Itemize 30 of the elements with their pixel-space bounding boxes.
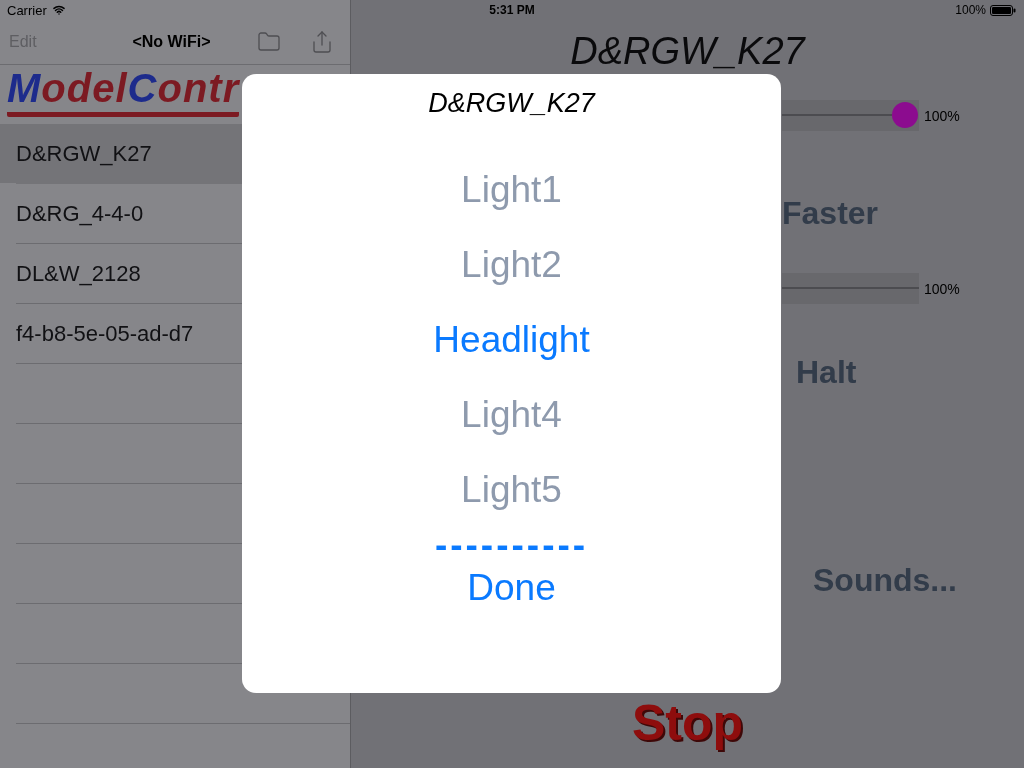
picker-option[interactable]: Light2: [461, 246, 562, 283]
slider-thumb[interactable]: [892, 102, 918, 128]
slider-value: 100%: [924, 281, 960, 296]
stop-button[interactable]: Stop: [631, 698, 744, 748]
battery-icon: [990, 4, 1016, 16]
folder-icon[interactable]: [257, 30, 281, 54]
list-item[interactable]: f4-b8-5e-05-ad-d7: [0, 304, 241, 363]
picker-option[interactable]: Light4: [461, 396, 562, 433]
picker-option[interactable]: Headlight: [433, 321, 590, 358]
control-button[interactable]: Faster: [782, 197, 879, 229]
share-icon[interactable]: [310, 30, 334, 54]
carrier-label: Carrier: [7, 3, 47, 17]
nav-title: <No WiFi>: [132, 34, 211, 50]
locomotive-title: D&RGW_K27: [570, 32, 805, 70]
logo: ModelContr: [7, 68, 240, 117]
picker-option[interactable]: Light5: [461, 471, 562, 508]
slider-track[interactable]: [782, 100, 919, 131]
done-button[interactable]: Done: [467, 569, 556, 606]
control-button[interactable]: Sounds...: [813, 564, 957, 596]
slider-track[interactable]: [782, 273, 919, 304]
battery-percent: 100%: [955, 4, 986, 16]
slider-value: 100%: [924, 108, 960, 123]
picker-option[interactable]: Light1: [461, 171, 562, 208]
clock-time: 5:31 PM: [489, 4, 535, 16]
list-item[interactable]: D&RG_4-4-0: [0, 184, 241, 243]
dashed-separator: ----------: [434, 526, 589, 563]
control-button[interactable]: Halt: [796, 356, 857, 388]
wifi-icon: [52, 4, 65, 16]
dialog-title: D&RGW_K27: [428, 89, 595, 117]
list-item[interactable]: DL&W_2128: [0, 244, 241, 303]
